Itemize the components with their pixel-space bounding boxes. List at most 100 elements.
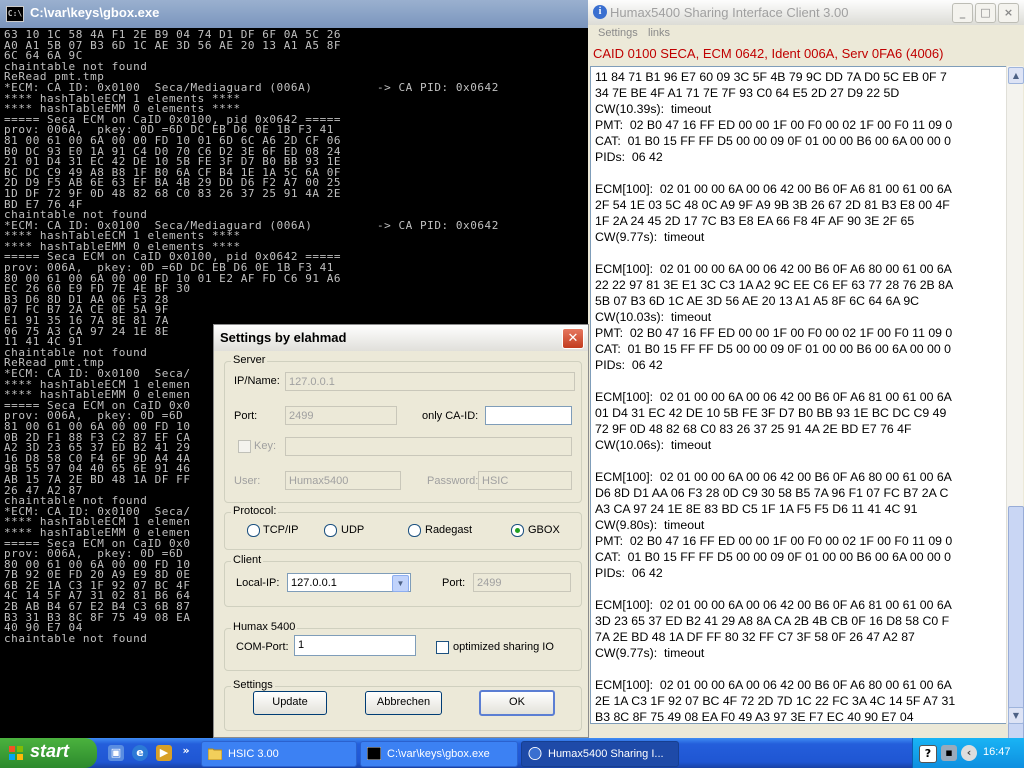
log-line: PMT: 02 B0 47 16 FF ED 00 00 1F 00 F0 00… bbox=[595, 118, 953, 132]
maximize-button[interactable]: □ bbox=[975, 3, 996, 23]
settings-group-title: Settings bbox=[231, 679, 275, 691]
log-line: B3 8C 8F 75 49 08 EA F0 49 A3 97 3E F7 E… bbox=[595, 710, 914, 724]
log-line: 72 9F 0D 48 82 68 C0 83 26 37 25 91 4A 2… bbox=[595, 422, 912, 436]
log-line: A3 CA 97 24 1E 8E 83 BD C5 1F 1A F5 F5 D… bbox=[595, 502, 918, 516]
client-port-label: Port: bbox=[442, 577, 466, 589]
log-line: CW(9.80s): timeout bbox=[595, 518, 705, 532]
key-input[interactable] bbox=[285, 437, 572, 456]
log-line: CAT: 01 B0 15 FF FF D5 00 00 09 0F 01 00… bbox=[595, 342, 951, 356]
log-scrollbar[interactable]: ▲ ▼ bbox=[1006, 66, 1024, 758]
dialog-close-button[interactable]: ✕ bbox=[562, 328, 584, 349]
log-line: 1F 2A 24 45 2D 17 7C B3 E8 EA 66 F8 4F A… bbox=[595, 214, 915, 228]
tray-arrow-icon[interactable]: ‹ bbox=[961, 745, 977, 761]
protocol-tcpip-label: TCP/IP bbox=[263, 524, 299, 536]
client-port-input[interactable]: 2499 bbox=[473, 573, 571, 592]
localip-value: 127.0.0.1 bbox=[291, 577, 337, 589]
log-line: 7A 2E BD 48 1A DF FF 80 32 FF C7 3F 58 0… bbox=[595, 630, 915, 644]
task-hsic-label: HSIC 3.00 bbox=[228, 748, 279, 760]
task-hsic[interactable]: HSIC 3.00 bbox=[201, 741, 357, 767]
internet-explorer-icon[interactable]: e bbox=[132, 745, 148, 761]
info-icon bbox=[528, 747, 542, 760]
protocol-gbox-radio[interactable] bbox=[511, 524, 524, 537]
log-line: CW(10.39s): timeout bbox=[595, 102, 712, 116]
settings-dialog[interactable]: Settings by elahmad ✕ Server IP/Name: 12… bbox=[213, 324, 589, 738]
log-line: PIDs: 06 42 bbox=[595, 566, 663, 580]
localip-label: Local-IP: bbox=[236, 577, 280, 589]
update-button[interactable]: Update bbox=[253, 691, 327, 715]
folder-icon bbox=[208, 748, 222, 760]
log-line: PIDs: 06 42 bbox=[595, 150, 663, 164]
task-gbox[interactable]: C:\var\keys\gbox.exe bbox=[360, 741, 518, 767]
protocol-gbox-label: GBOX bbox=[528, 524, 560, 536]
chevron-down-icon[interactable]: ▼ bbox=[392, 575, 409, 592]
protocol-udp-label: UDP bbox=[341, 524, 365, 536]
log-line: CW(10.06s): timeout bbox=[595, 438, 712, 452]
optimized-label: optimized sharing IO bbox=[453, 641, 554, 653]
log-line: 2E 1A C3 1F 92 07 BC 4F 72 2D 7D 1C 22 F… bbox=[595, 694, 956, 708]
console-line: A0 A1 5B 07 B3 6D 1C AE 3D 56 AE 20 13 A… bbox=[4, 38, 342, 52]
log-line: 01 D4 31 EC 42 DE 10 5B FE 3F D7 B0 BB 9… bbox=[595, 406, 947, 420]
caid-input[interactable] bbox=[485, 406, 572, 425]
protocol-udp-radio[interactable] bbox=[324, 524, 337, 537]
key-checkbox[interactable] bbox=[238, 440, 251, 453]
cancel-button[interactable]: Abbrechen bbox=[365, 691, 442, 715]
media-player-icon[interactable]: ▶ bbox=[156, 745, 172, 761]
show-desktop-icon[interactable]: ▣ bbox=[108, 745, 124, 761]
key-label: Key: bbox=[254, 440, 277, 452]
info-icon: i bbox=[593, 5, 607, 19]
network-icon[interactable]: ▪ bbox=[941, 745, 957, 761]
protocol-radegast-radio[interactable] bbox=[408, 524, 421, 537]
user-label: User: bbox=[234, 475, 261, 487]
windows-logo-icon bbox=[9, 746, 23, 760]
console-icon bbox=[367, 747, 381, 760]
menu-links[interactable]: links bbox=[648, 27, 670, 39]
humax-group-title: Humax 5400 bbox=[231, 621, 298, 633]
comport-label: COM-Port: bbox=[236, 641, 289, 653]
log-line: ECM[100]: 02 01 00 00 6A 00 06 42 00 B6 … bbox=[595, 262, 952, 276]
server-port-label: Port: bbox=[234, 410, 258, 422]
task-gbox-label: C:\var\keys\gbox.exe bbox=[387, 748, 490, 760]
help-icon[interactable]: ? bbox=[919, 745, 937, 763]
server-port-input[interactable]: 2499 bbox=[285, 406, 397, 425]
ok-button[interactable]: OK bbox=[479, 690, 555, 716]
client-titlebar[interactable]: i Humax5400 Sharing Interface Client 3.0… bbox=[588, 0, 1024, 26]
client-window[interactable]: i Humax5400 Sharing Interface Client 3.0… bbox=[588, 0, 1024, 758]
status-line: CAID 0100 SECA, ECM 0642, Ident 006A, Se… bbox=[593, 46, 944, 61]
log-line: PMT: 02 B0 47 16 FF ED 00 00 1F 00 F0 00… bbox=[595, 326, 953, 340]
minimize-button[interactable]: _ bbox=[952, 3, 973, 23]
console-icon: C:\ bbox=[6, 6, 24, 22]
password-input[interactable]: HSIC bbox=[478, 471, 572, 490]
optimized-checkbox[interactable] bbox=[436, 641, 449, 654]
log-line: 34 7E BE 4F A1 71 7E 7F 93 C0 64 E5 2D 2… bbox=[595, 86, 900, 100]
log-line: ECM[100]: 02 01 00 00 6A 00 06 42 00 B6 … bbox=[595, 390, 952, 404]
ip-input[interactable]: 127.0.0.1 bbox=[285, 372, 575, 391]
log-line: 11 84 71 B1 96 E7 60 09 3C 5F 4B 79 9C D… bbox=[595, 70, 947, 84]
server-group-title: Server bbox=[231, 354, 268, 366]
start-button[interactable]: start bbox=[0, 738, 97, 768]
task-humax[interactable]: Humax5400 Sharing I... bbox=[521, 741, 679, 767]
dialog-title: Settings by elahmad bbox=[220, 330, 347, 345]
log-line: ECM[100]: 02 01 00 00 6A 00 06 42 00 B6 … bbox=[595, 598, 952, 612]
log-line: ECM[100]: 02 01 00 00 6A 00 06 42 00 B6 … bbox=[595, 470, 952, 484]
close-button[interactable]: × bbox=[998, 3, 1019, 23]
quicklaunch-more-icon[interactable]: » bbox=[178, 743, 194, 759]
log-line: CW(9.77s): timeout bbox=[595, 646, 705, 660]
scroll-down-icon[interactable]: ▼ bbox=[1008, 707, 1024, 724]
start-label: start bbox=[30, 741, 70, 761]
protocol-tcpip-radio[interactable] bbox=[247, 524, 260, 537]
log-box[interactable]: 11 84 71 B1 96 E7 60 09 3C 5F 4B 79 9C D… bbox=[590, 66, 1008, 724]
user-input[interactable]: Humax5400 bbox=[285, 471, 401, 490]
comport-input[interactable]: 1 bbox=[294, 635, 416, 656]
localip-combo[interactable]: 127.0.0.1 ▼ bbox=[287, 573, 411, 592]
task-humax-label: Humax5400 Sharing I... bbox=[548, 748, 664, 760]
scroll-up-icon[interactable]: ▲ bbox=[1008, 67, 1024, 84]
menu-settings[interactable]: Settings bbox=[598, 27, 638, 39]
console-titlebar[interactable]: C:\ C:\var\keys\gbox.exe bbox=[0, 0, 590, 28]
log-line: PMT: 02 B0 47 16 FF ED 00 00 1F 00 F0 00… bbox=[595, 534, 953, 548]
dialog-titlebar[interactable]: Settings by elahmad ✕ bbox=[214, 325, 588, 351]
client-title: Humax5400 Sharing Interface Client 3.00 bbox=[610, 5, 849, 20]
